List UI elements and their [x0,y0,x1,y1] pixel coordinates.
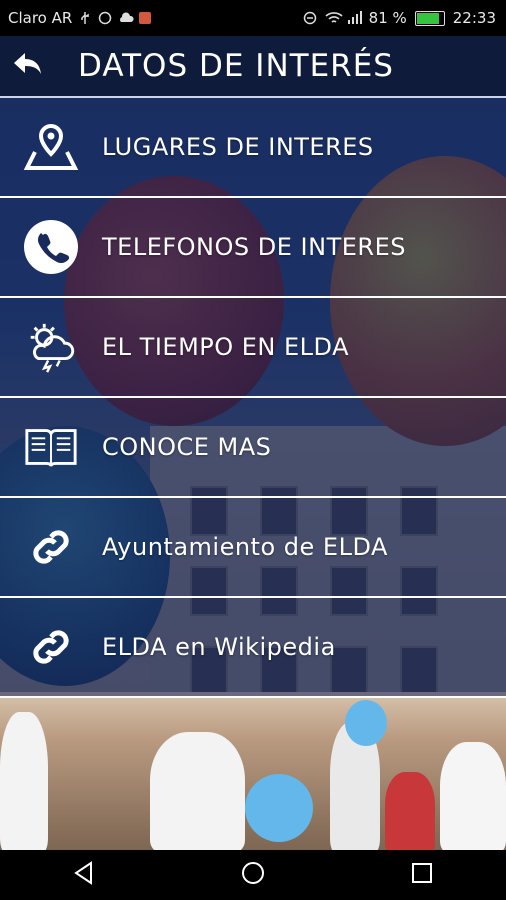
menu-item-label: CONOCE MAS [102,433,272,461]
page-title: DATOS DE INTERÉS [78,48,394,84]
whatsapp-icon [98,11,112,25]
nav-recents-button[interactable] [392,850,452,900]
book-icon [23,422,79,472]
app-notification-icon [138,11,152,25]
wifi-icon [325,11,343,25]
menu-item-label: EL TIEMPO EN ELDA [102,333,350,361]
battery-percent: 81 % [368,9,407,27]
menu-item-label: TELEFONOS DE INTERES [102,233,406,261]
link-icon [23,622,79,672]
cloud-icon [118,11,134,25]
menu-item-label: Ayuntamiento de ELDA [102,533,388,561]
square-recents-icon [411,862,433,888]
phone-icon [23,220,79,274]
app-header: DATOS DE INTERÉS [0,36,506,98]
crowd-photo [0,692,506,850]
nav-back-button[interactable] [54,850,114,900]
weather-icon [23,322,79,373]
circle-home-icon [240,860,266,890]
battery-icon [414,10,445,26]
status-left: Claro AR [8,9,152,27]
menu-item-label: LUGARES DE INTERES [102,133,374,161]
usb-icon [78,11,92,25]
system-nav-bar [0,850,506,900]
status-bar: Claro AR 81 % 22:33 [0,0,506,36]
menu-item-wikipedia[interactable]: ELDA en Wikipedia [0,598,506,698]
menu-item-telefonos[interactable]: TELEFONOS DE INTERES [0,198,506,298]
carrier-name: Claro AR [8,9,73,27]
menu-item-label: ELDA en Wikipedia [102,633,336,661]
back-arrow-icon [11,51,43,81]
menu-item-conoce[interactable]: CONOCE MAS [0,398,506,498]
menu-item-ayuntamiento[interactable]: Ayuntamiento de ELDA [0,498,506,598]
status-right: 81 % 22:33 [303,9,496,27]
signal-icon [347,11,362,25]
back-button[interactable] [10,50,44,82]
nav-home-button[interactable] [223,850,283,900]
interest-menu: LUGARES DE INTERES TELEFONOS DE INTERES … [0,98,506,698]
link-icon [23,522,79,572]
menu-item-tiempo[interactable]: EL TIEMPO EN ELDA [0,298,506,398]
do-not-disturb-icon [303,11,317,25]
menu-item-lugares[interactable]: LUGARES DE INTERES [0,98,506,198]
clock: 22:33 [452,9,496,27]
triangle-back-icon [73,861,95,889]
map-pin-icon [23,122,79,172]
